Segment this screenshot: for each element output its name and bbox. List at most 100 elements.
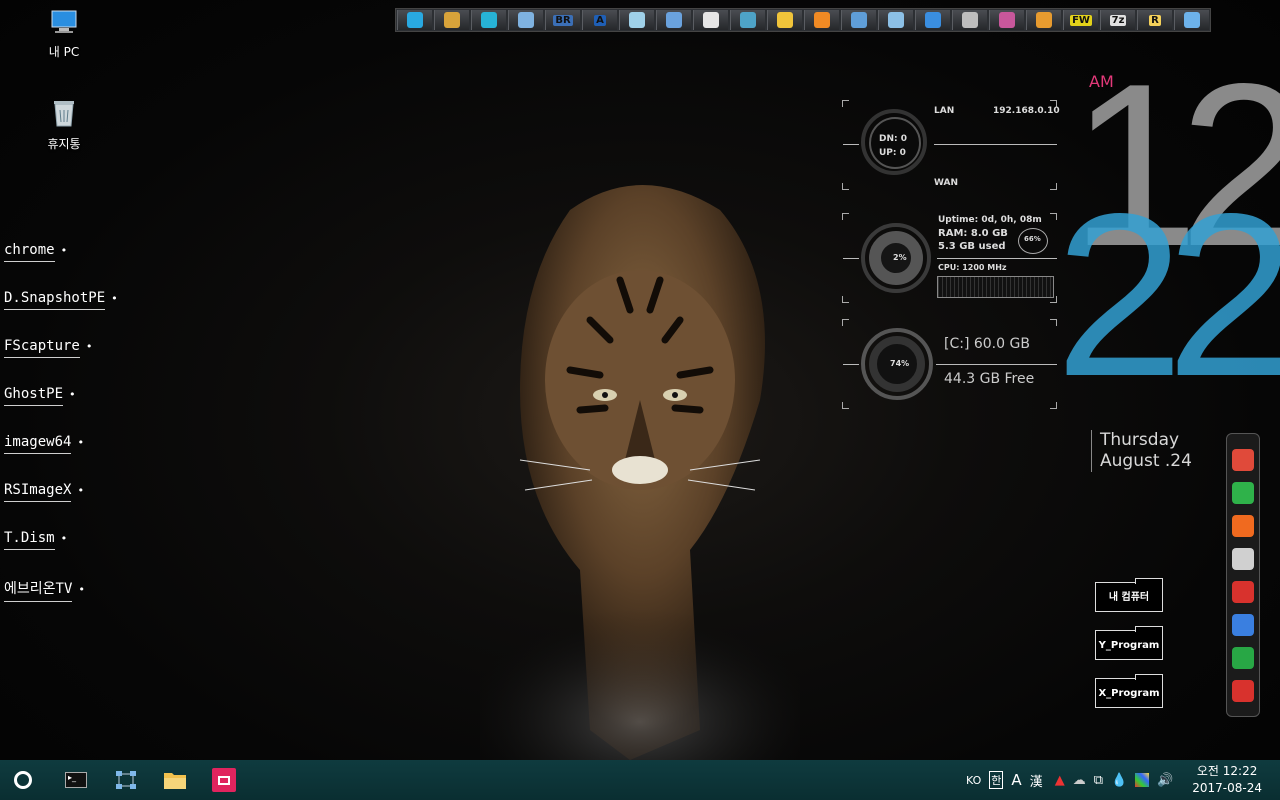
folder-y-program[interactable]: Y_Program — [1095, 626, 1163, 660]
printer-icon — [703, 12, 719, 28]
restart-icon[interactable] — [1232, 647, 1254, 669]
ram-total: RAM: 8.0 GB — [938, 228, 1008, 239]
right-dock — [1226, 433, 1260, 717]
quick-launch-button[interactable] — [656, 10, 691, 30]
disc-orange-icon — [1036, 12, 1052, 28]
disk-capacity: [C:] 60.0 GB — [944, 336, 1030, 352]
desktop-icon-recycle-bin[interactable]: 휴지통 — [19, 98, 109, 152]
a-icon: A — [594, 14, 606, 26]
bookmark-icon — [629, 12, 645, 28]
launcher-item[interactable]: chrome • — [4, 242, 67, 262]
search-magnify-icon — [888, 12, 904, 28]
quick-launch-button[interactable] — [508, 10, 543, 30]
cpu-usage-ring: 2% — [893, 253, 907, 262]
file-explorer-icon — [164, 773, 186, 789]
tray-volume-icon[interactable]: 🔊 — [1157, 773, 1173, 788]
rs-icon: R — [1149, 14, 1161, 26]
launcher-label: T.Dism — [4, 530, 55, 550]
orange-box-icon — [814, 12, 830, 28]
launcher-dot: • — [78, 583, 86, 596]
quick-launch-button[interactable]: BR — [545, 10, 580, 30]
quick-launch-button[interactable] — [434, 10, 469, 30]
quick-launch-button[interactable] — [767, 10, 802, 30]
presentation-icon — [212, 768, 236, 792]
br-icon: BR — [553, 14, 573, 26]
taskbar: ▸_ KO 한 A 漢 ▲ ☁ ⧉ 💧 🔊 오전 12:22 2017-08-2… — [0, 760, 1280, 800]
7zip-icon: 7z — [1109, 14, 1127, 26]
quick-launch-button[interactable]: A — [582, 10, 617, 30]
tray-ime-mode[interactable]: A — [1011, 771, 1021, 789]
tray-color-icon[interactable] — [1135, 773, 1150, 787]
tray-cloud-icon[interactable]: ☁ — [1073, 773, 1086, 788]
launcher-label: D.SnapshotPE — [4, 290, 106, 310]
tools-icon — [518, 12, 534, 28]
disc-icon — [999, 12, 1015, 28]
launcher-item[interactable]: T.Dism • — [4, 530, 67, 550]
quick-launch-bar: BR A FW 7z R — [395, 8, 1211, 32]
quick-launch-button[interactable]: 7z — [1100, 10, 1135, 30]
quick-launch-button[interactable] — [878, 10, 913, 30]
quick-launch-button[interactable]: R — [1137, 10, 1172, 30]
on-icon[interactable] — [1232, 515, 1254, 537]
clock-minute: 22 — [1055, 166, 1280, 425]
power-icon[interactable] — [1232, 680, 1254, 702]
quick-launch-button[interactable] — [952, 10, 987, 30]
quick-launch-button[interactable] — [397, 10, 432, 30]
network-app-icon — [116, 771, 136, 789]
quick-launch-button[interactable] — [471, 10, 506, 30]
launcher-item[interactable]: RSImageX • — [4, 482, 84, 502]
quick-launch-button[interactable]: FW — [1063, 10, 1098, 30]
usb-drive-icon — [962, 12, 978, 28]
launcher-item[interactable]: GhostPE • — [4, 386, 76, 406]
cmd-icon: ▸_ — [65, 772, 87, 788]
arrow-icon — [851, 12, 867, 28]
skype-icon — [407, 12, 423, 28]
monitor-icon[interactable] — [1232, 614, 1254, 636]
quick-launch-button[interactable] — [1174, 10, 1209, 30]
settings-icon — [1184, 12, 1200, 28]
launcher-label: RSImageX — [4, 482, 72, 502]
start-button[interactable] — [9, 766, 37, 794]
folder-my-computer[interactable]: 내 컴퓨터 — [1095, 578, 1163, 612]
launcher-item[interactable]: imagew64 • — [4, 434, 84, 454]
clock-day: August .24 — [1100, 451, 1192, 471]
computer-icon — [51, 10, 77, 33]
launcher-item[interactable]: 에브리온TV • — [4, 578, 85, 602]
chrome-icon[interactable] — [1232, 449, 1254, 471]
quick-launch-button[interactable] — [619, 10, 654, 30]
tray-drop-icon[interactable]: 💧 — [1111, 773, 1127, 788]
taskbar-file-explorer[interactable] — [161, 766, 189, 794]
eraser-icon[interactable] — [1232, 548, 1254, 570]
tray-network-icon[interactable]: ⧉ — [1094, 773, 1103, 788]
launcher-item[interactable]: FScapture • — [4, 338, 92, 358]
quick-launch-button[interactable] — [915, 10, 950, 30]
wan-label: WAN — [934, 178, 959, 188]
quick-launch-button[interactable] — [989, 10, 1024, 30]
cpu-graph — [937, 276, 1054, 298]
clock-date: Thursday August .24 — [1091, 430, 1192, 472]
launcher-item[interactable]: D.SnapshotPE • — [4, 290, 118, 310]
quick-launch-button[interactable] — [804, 10, 839, 30]
desktop-icon-my-pc[interactable]: 내 PC — [19, 8, 109, 60]
taskbar-presentation-app[interactable] — [210, 766, 238, 794]
quick-launch-button[interactable] — [730, 10, 765, 30]
tray-clock[interactable]: 오전 12:22 2017-08-24 — [1192, 763, 1262, 797]
quick-launch-button[interactable] — [841, 10, 876, 30]
taskbar-network-app[interactable] — [112, 766, 140, 794]
red-grid-icon[interactable] — [1232, 581, 1254, 603]
launcher-dot: • — [69, 388, 76, 401]
backup-icon — [740, 12, 756, 28]
quick-launch-button[interactable] — [693, 10, 728, 30]
quick-launch-button[interactable] — [1026, 10, 1061, 30]
cpu-speed: CPU: 1200 MHz — [938, 263, 1007, 272]
ram-percent: 66% — [1024, 235, 1041, 243]
tray-ime-hangul[interactable]: 한 — [989, 771, 1004, 789]
disk-usage-ring: 74% — [890, 359, 910, 368]
taskbar-cmd[interactable]: ▸_ — [62, 766, 90, 794]
system-tray: KO 한 A 漢 ▲ ☁ ⧉ 💧 🔊 — [966, 760, 1173, 800]
app-green-red-icon[interactable] — [1232, 482, 1254, 504]
tray-triangle-icon[interactable]: ▲ — [1055, 773, 1065, 788]
folder-x-program[interactable]: X_Program — [1095, 674, 1163, 708]
tray-ime-hanja[interactable]: 漢 — [1030, 771, 1043, 790]
tray-language[interactable]: KO — [966, 774, 981, 787]
